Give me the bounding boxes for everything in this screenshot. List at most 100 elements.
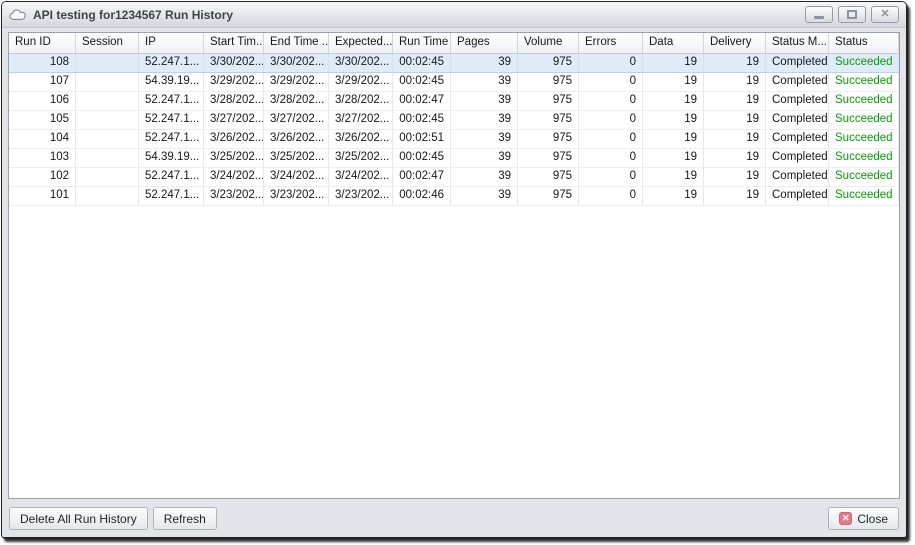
column-header-volume[interactable]: Volume bbox=[518, 33, 579, 54]
cell-volume: 975 bbox=[518, 187, 579, 205]
close-window-button[interactable]: ✕ bbox=[871, 6, 899, 23]
cell-ip: 52.247.1... bbox=[139, 187, 204, 205]
cell-ip: 52.247.1... bbox=[139, 54, 204, 72]
run-history-window: API testing for1234567 Run History ✕ Run… bbox=[1, 1, 907, 538]
cell-run_id: 104 bbox=[9, 130, 76, 148]
cell-status: Succeeded bbox=[829, 111, 899, 129]
cell-pages: 39 bbox=[451, 149, 518, 167]
column-header-expected[interactable]: Expected... bbox=[329, 33, 393, 54]
minimize-icon bbox=[814, 16, 824, 19]
table-row[interactable]: 10552.247.1...3/27/202...3/27/202...3/27… bbox=[9, 111, 899, 130]
table-row[interactable]: 10152.247.1...3/23/202...3/23/202...3/23… bbox=[9, 187, 899, 206]
cell-status: Succeeded bbox=[829, 168, 899, 186]
cell-run_id: 103 bbox=[9, 149, 76, 167]
cell-delivery: 19 bbox=[704, 187, 766, 205]
cell-session bbox=[76, 111, 139, 129]
cell-errors: 0 bbox=[579, 92, 643, 110]
column-header-errors[interactable]: Errors bbox=[579, 33, 643, 54]
cell-errors: 0 bbox=[579, 130, 643, 148]
close-red-x-icon: ✕ bbox=[839, 512, 852, 525]
cell-start_time: 3/25/202... bbox=[204, 149, 264, 167]
cell-status: Succeeded bbox=[829, 149, 899, 167]
cell-expected: 3/26/202... bbox=[329, 130, 393, 148]
grid-body: 10852.247.1...3/30/202...3/30/202...3/30… bbox=[9, 54, 899, 206]
cell-delivery: 19 bbox=[704, 111, 766, 129]
cell-ip: 54.39.19... bbox=[139, 73, 204, 91]
cell-errors: 0 bbox=[579, 73, 643, 91]
table-row[interactable]: 10852.247.1...3/30/202...3/30/202...3/30… bbox=[9, 54, 899, 73]
cell-status_message: Completed bbox=[766, 92, 829, 110]
delete-all-run-history-button[interactable]: Delete All Run History bbox=[9, 507, 148, 530]
cell-status: Succeeded bbox=[829, 92, 899, 110]
column-header-ip[interactable]: IP bbox=[139, 33, 204, 54]
cell-expected: 3/30/202... bbox=[329, 54, 393, 72]
refresh-button[interactable]: Refresh bbox=[153, 507, 217, 530]
column-header-run_id[interactable]: Run ID bbox=[9, 33, 76, 54]
cell-session bbox=[76, 149, 139, 167]
maximize-button[interactable] bbox=[838, 6, 866, 23]
cell-expected: 3/27/202... bbox=[329, 111, 393, 129]
table-row[interactable]: 10252.247.1...3/24/202...3/24/202...3/24… bbox=[9, 168, 899, 187]
cell-data: 19 bbox=[643, 111, 704, 129]
cell-status: Succeeded bbox=[829, 130, 899, 148]
table-row[interactable]: 10354.39.19...3/25/202...3/25/202...3/25… bbox=[9, 149, 899, 168]
maximize-icon bbox=[847, 10, 857, 19]
cell-volume: 975 bbox=[518, 54, 579, 72]
table-row[interactable]: 10754.39.19...3/29/202...3/29/202...3/29… bbox=[9, 73, 899, 92]
cell-status_message: Completed bbox=[766, 168, 829, 186]
cell-status: Succeeded bbox=[829, 187, 899, 205]
cell-status_message: Completed bbox=[766, 130, 829, 148]
column-header-status[interactable]: Status bbox=[829, 33, 899, 54]
cell-end_time: 3/26/202... bbox=[264, 130, 329, 148]
cell-pages: 39 bbox=[451, 187, 518, 205]
cell-ip: 54.39.19... bbox=[139, 149, 204, 167]
cell-volume: 975 bbox=[518, 92, 579, 110]
table-row[interactable]: 10652.247.1...3/28/202...3/28/202...3/28… bbox=[9, 92, 899, 111]
cell-start_time: 3/29/202... bbox=[204, 73, 264, 91]
cell-start_time: 3/28/202... bbox=[204, 92, 264, 110]
cell-ip: 52.247.1... bbox=[139, 92, 204, 110]
column-header-end_time[interactable]: End Time ... bbox=[264, 33, 329, 54]
minimize-button[interactable] bbox=[805, 6, 833, 23]
cell-data: 19 bbox=[643, 92, 704, 110]
cell-errors: 0 bbox=[579, 187, 643, 205]
cell-errors: 0 bbox=[579, 54, 643, 72]
cell-end_time: 3/29/202... bbox=[264, 73, 329, 91]
close-button[interactable]: ✕ Close bbox=[828, 507, 899, 530]
cell-status: Succeeded bbox=[829, 73, 899, 91]
cell-run_id: 102 bbox=[9, 168, 76, 186]
delete-all-run-history-label: Delete All Run History bbox=[20, 512, 137, 526]
cell-run_time: 00:02:45 bbox=[393, 111, 451, 129]
cell-run_time: 00:02:45 bbox=[393, 54, 451, 72]
cell-expected: 3/29/202... bbox=[329, 73, 393, 91]
cell-volume: 975 bbox=[518, 130, 579, 148]
column-header-run_time[interactable]: Run Time bbox=[393, 33, 451, 54]
cell-volume: 975 bbox=[518, 73, 579, 91]
column-header-data[interactable]: Data bbox=[643, 33, 704, 54]
column-header-start_time[interactable]: Start Tim... bbox=[204, 33, 264, 54]
cell-run_id: 107 bbox=[9, 73, 76, 91]
cell-start_time: 3/27/202... bbox=[204, 111, 264, 129]
cell-delivery: 19 bbox=[704, 168, 766, 186]
cell-pages: 39 bbox=[451, 73, 518, 91]
window-title: API testing for1234567 Run History bbox=[33, 8, 233, 22]
column-header-session[interactable]: Session bbox=[76, 33, 139, 54]
cell-start_time: 3/26/202... bbox=[204, 130, 264, 148]
cell-run_time: 00:02:47 bbox=[393, 168, 451, 186]
column-header-delivery[interactable]: Delivery bbox=[704, 33, 766, 54]
cell-data: 19 bbox=[643, 168, 704, 186]
cell-end_time: 3/27/202... bbox=[264, 111, 329, 129]
run-history-grid: Run IDSessionIPStart Tim...End Time ...E… bbox=[8, 32, 900, 499]
cell-session bbox=[76, 54, 139, 72]
cell-run_id: 105 bbox=[9, 111, 76, 129]
cell-delivery: 19 bbox=[704, 73, 766, 91]
column-header-pages[interactable]: Pages bbox=[451, 33, 518, 54]
cell-data: 19 bbox=[643, 149, 704, 167]
cell-delivery: 19 bbox=[704, 54, 766, 72]
cell-session bbox=[76, 187, 139, 205]
cell-ip: 52.247.1... bbox=[139, 130, 204, 148]
table-row[interactable]: 10452.247.1...3/26/202...3/26/202...3/26… bbox=[9, 130, 899, 149]
title-bar[interactable]: API testing for1234567 Run History ✕ bbox=[2, 2, 906, 28]
cell-status_message: Completed bbox=[766, 54, 829, 72]
column-header-status_message[interactable]: Status M... bbox=[766, 33, 829, 54]
